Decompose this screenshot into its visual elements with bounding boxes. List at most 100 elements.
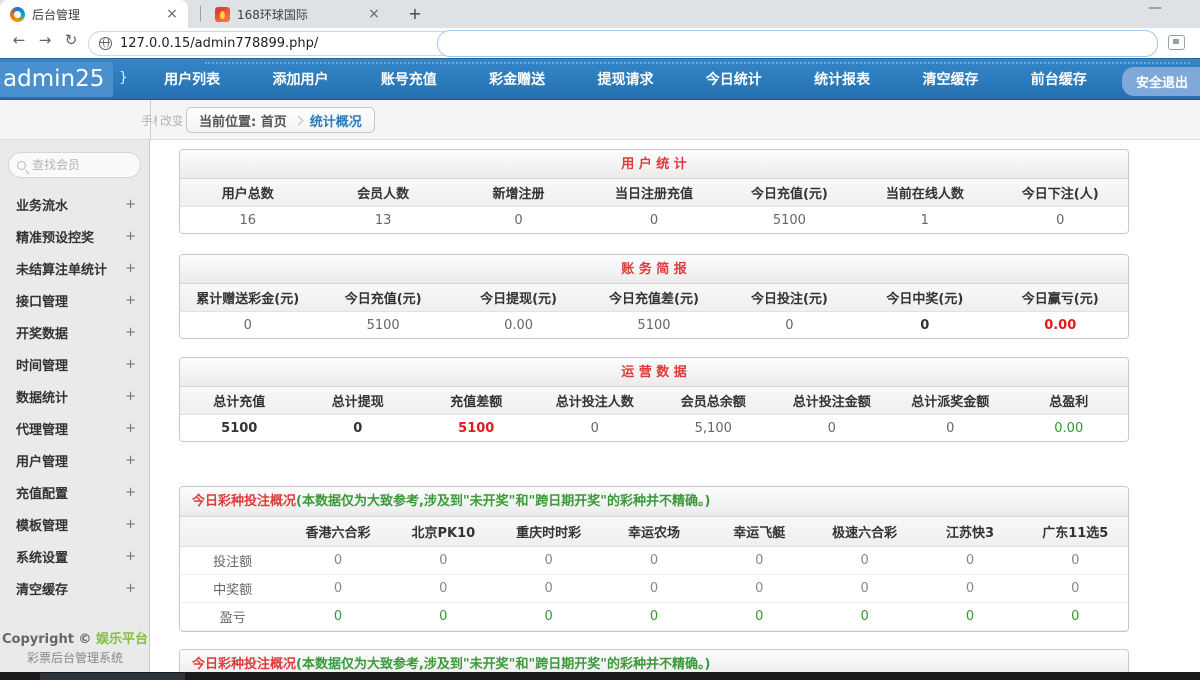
col-header: 会员总余额 <box>654 391 773 410</box>
sidebar-item-time-mgmt[interactable]: 时间管理+ <box>0 348 150 380</box>
cell: 0 <box>917 553 1022 568</box>
expand-plus-icon[interactable]: + <box>125 453 136 468</box>
stat-value: 0 <box>451 213 586 228</box>
cell: 0 <box>707 609 812 624</box>
window-minimize-button[interactable]: — <box>1148 0 1162 16</box>
col-header: 今日投注(元) <box>722 288 857 307</box>
sidebar-item-template-mgmt[interactable]: 模板管理+ <box>0 508 150 540</box>
cell: 0 <box>285 609 390 624</box>
col-header: 今日充值(元) <box>722 183 857 202</box>
cell: 0 <box>285 553 390 568</box>
panel-account-brief: 账 务 简 报 累计赠送彩金(元) 今日充值(元) 今日提现(元) 今日充值差(… <box>179 254 1129 339</box>
sidebar-item-unsettled-bets[interactable]: 未结算注单统计+ <box>0 252 150 284</box>
sidebar-item-preset-control[interactable]: 精准预设控奖+ <box>0 220 150 252</box>
search-icon <box>17 161 26 170</box>
col-header: 总计充值 <box>180 391 299 410</box>
pip-extension-icon[interactable] <box>1168 35 1185 50</box>
expand-plus-icon[interactable]: + <box>125 389 136 404</box>
panel-title-note: (本数据仅为大致参考,涉及到"未开奖"和"跨日期开奖"的彩种并不精确。) <box>296 494 710 509</box>
tab-close-icon[interactable]: × <box>164 6 180 22</box>
tab-close-icon[interactable]: × <box>366 6 382 22</box>
member-search[interactable] <box>8 152 141 178</box>
sidebar-item-business-flow[interactable]: 业务流水+ <box>0 188 150 220</box>
breadcrumb-home[interactable]: 当前位置: 首页 <box>199 111 287 130</box>
expand-plus-icon[interactable]: + <box>125 197 136 212</box>
stat-value: 0 <box>891 421 1010 436</box>
stat-value: 0.00 <box>993 318 1128 333</box>
col-header: 总计派奖金额 <box>891 391 1010 410</box>
stat-value: 5100 <box>417 421 536 436</box>
tab-separator <box>200 6 201 22</box>
col-header: 当前在线人数 <box>857 183 992 202</box>
stat-value: 0 <box>536 421 655 436</box>
col-header: 今日充值差(元) <box>586 288 721 307</box>
tab-admin[interactable]: 后台管理 × <box>0 0 188 28</box>
table-value-row: 0 5100 0.00 5100 0 0 0.00 <box>180 312 1128 338</box>
expand-plus-icon[interactable]: + <box>125 485 136 500</box>
reload-icon[interactable]: ↻ <box>60 31 82 49</box>
sidebar-item-user-mgmt[interactable]: 用户管理+ <box>0 444 150 476</box>
nav-user-list[interactable]: 用户列表 <box>138 59 246 101</box>
col-header: 今日下注(人) <box>993 183 1128 202</box>
table-value-row: 16 13 0 0 5100 1 0 <box>180 207 1128 233</box>
expand-plus-icon[interactable]: + <box>125 517 136 532</box>
expand-plus-icon[interactable]: + <box>125 325 136 340</box>
new-tab-button[interactable]: + <box>404 3 426 25</box>
panel-user-stats: 用 户 统 计 用户总数 会员人数 新增注册 当日注册充值 今日充值(元) 当前… <box>179 149 1129 234</box>
sidebar-item-agent-mgmt[interactable]: 代理管理+ <box>0 412 150 444</box>
nav-today-stats[interactable]: 今日统计 <box>680 59 788 101</box>
expand-plus-icon[interactable]: + <box>125 549 136 564</box>
nav-bonus-gift[interactable]: 彩金赠送 <box>463 59 571 101</box>
panel-title: 账 务 简 报 <box>180 255 1128 284</box>
panel-operation-data: 运 营 数 据 总计充值 总计提现 充值差额 总计投注人数 会员总余额 总计投注… <box>179 357 1129 442</box>
expand-plus-icon[interactable]: + <box>125 261 136 276</box>
sidebar-item-clear-cache[interactable]: 清空缓存+ <box>0 572 150 604</box>
sidebar-item-draw-data[interactable]: 开奖数据+ <box>0 316 150 348</box>
nav-withdraw-request[interactable]: 提现请求 <box>571 59 679 101</box>
sidebar-item-recharge-config[interactable]: 充值配置+ <box>0 476 150 508</box>
panel-title: 用 户 统 计 <box>180 150 1128 179</box>
expand-plus-icon[interactable]: + <box>125 229 136 244</box>
nav-clear-cache[interactable]: 清空缓存 <box>896 59 1004 101</box>
sidebar-item-system-settings[interactable]: 系统设置+ <box>0 540 150 572</box>
nav-add-user[interactable]: 添加用户 <box>246 59 354 101</box>
cell: 0 <box>601 581 706 596</box>
tab-168[interactable]: 168环球国际 × <box>205 0 390 28</box>
copyright-brand: 娱乐平台 <box>96 632 148 647</box>
cell: 0 <box>707 581 812 596</box>
forward-icon[interactable]: → <box>34 31 56 49</box>
cell: 0 <box>707 553 812 568</box>
nav-stats-report[interactable]: 统计报表 <box>788 59 896 101</box>
cell: 0 <box>391 553 496 568</box>
stat-value: 16 <box>180 213 315 228</box>
back-icon[interactable]: ← <box>8 31 30 49</box>
stat-value: 0 <box>586 213 721 228</box>
admin-navbar: admin25 } 用户列表 添加用户 账号充值 彩金赠送 提现请求 今日统计 … <box>0 58 1200 100</box>
panel-title: 今日彩种投注概况(本数据仅为大致参考,涉及到"未开奖"和"跨日期开奖"的彩种并不… <box>180 487 1128 517</box>
cell: 0 <box>1023 581 1128 596</box>
logout-button[interactable]: 安全退出 <box>1122 67 1200 96</box>
expand-plus-icon[interactable]: + <box>125 581 136 596</box>
url-text[interactable]: 127.0.0.15/admin778899.php/ <box>120 36 318 51</box>
breadcrumb-current[interactable]: 统计概况 <box>310 111 362 130</box>
cell: 0 <box>496 609 601 624</box>
stat-value: 5100 <box>180 421 299 436</box>
panel-today-bets-2: 今日彩种投注概况(本数据仅为大致参考,涉及到"未开奖"和"跨日期开奖"的彩种并不… <box>179 649 1129 672</box>
stat-value: 0 <box>722 318 857 333</box>
col-header: 累计赠送彩金(元) <box>180 288 315 307</box>
sidebar-item-data-stats[interactable]: 数据统计+ <box>0 380 150 412</box>
nav-front-cache[interactable]: 前台缓存 <box>1005 59 1113 101</box>
search-input[interactable] <box>32 158 127 172</box>
expand-plus-icon[interactable]: + <box>125 357 136 372</box>
cell: 0 <box>496 553 601 568</box>
expand-plus-icon[interactable]: + <box>125 421 136 436</box>
panel-title-red: 今日彩种投注概况 <box>192 657 296 672</box>
site-info-globe-icon[interactable] <box>99 37 112 50</box>
stat-value: 5,100 <box>654 421 773 436</box>
stat-value: 13 <box>315 213 450 228</box>
nav-account-recharge[interactable]: 账号充值 <box>355 59 463 101</box>
col-header: 江苏快3 <box>917 522 1022 541</box>
sidebar-item-interface-mgmt[interactable]: 接口管理+ <box>0 284 150 316</box>
expand-plus-icon[interactable]: + <box>125 293 136 308</box>
stat-value: 5100 <box>586 318 721 333</box>
